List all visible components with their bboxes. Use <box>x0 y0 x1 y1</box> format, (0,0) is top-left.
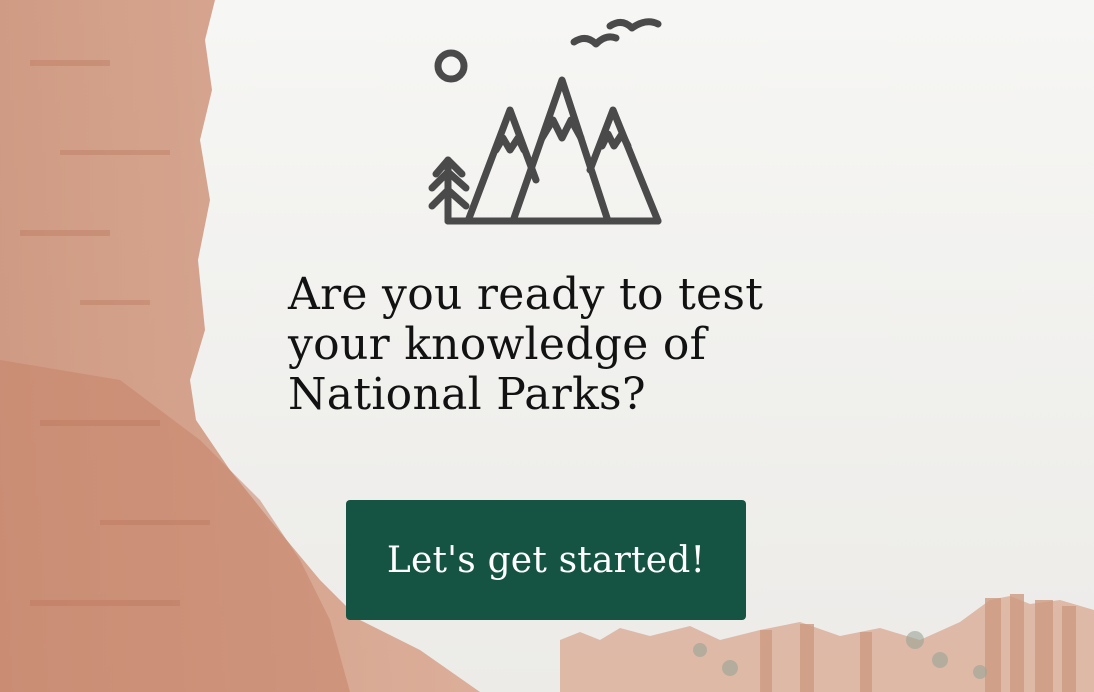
quiz-intro-headline: Are you ready to test your knowledge of … <box>288 269 764 420</box>
mountains-logo-icon <box>428 18 662 225</box>
start-quiz-button[interactable]: Let's get started! <box>346 500 746 620</box>
quiz-intro-screen: Are you ready to test your knowledge of … <box>0 0 1094 692</box>
